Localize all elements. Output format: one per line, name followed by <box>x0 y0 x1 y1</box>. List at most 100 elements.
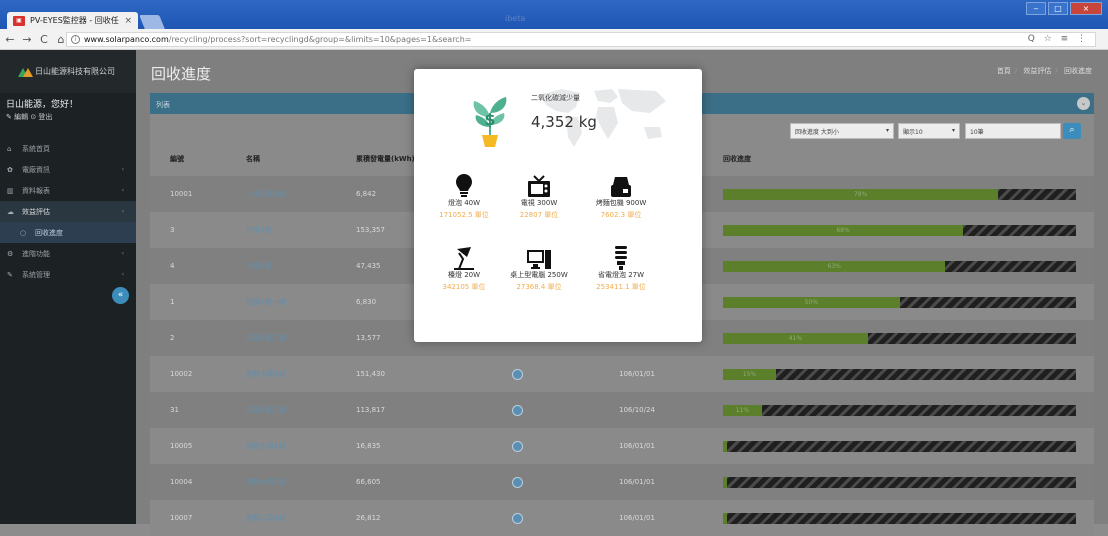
equivalent-label: 檯燈 20W <box>447 271 481 279</box>
row-id: 10007 <box>170 514 193 522</box>
table-row[interactable]: 10004 雲林太陽2號 66,605 106/01/01 <box>150 464 1094 500</box>
sidebar-item-recycling[interactable]: ○ 回收進度 <box>0 222 136 243</box>
sidebar-item-reports[interactable]: ▥ 資料報表 ‹ <box>0 180 136 201</box>
breadcrumb-benefit[interactable]: 效益評估 <box>1023 67 1051 75</box>
limit-select[interactable]: 顯示10 ▾ <box>898 123 960 139</box>
row-name-link[interactable]: 雲林太陽1號 <box>246 356 285 392</box>
equivalent-value: 22807 單位 <box>519 211 559 219</box>
chart-icon: ▥ <box>7 186 14 195</box>
row-name-link[interactable]: 台南1號 <box>246 248 271 284</box>
sidebar-item-plant-info[interactable]: ✿ 電廠資訊 ‹ <box>0 159 136 180</box>
close-window-button[interactable]: × <box>1070 2 1102 15</box>
row-date: 106/01/01 <box>619 442 655 450</box>
reload-icon[interactable]: C <box>37 33 51 46</box>
globe-icon[interactable] <box>512 441 523 452</box>
globe-icon[interactable] <box>512 369 523 380</box>
cfl-bulb-icon <box>615 246 627 270</box>
forward-icon[interactable]: → <box>20 33 34 46</box>
url-path: /recycling/process?sort=recyclingd&group… <box>168 35 472 44</box>
equivalent-label: 燈泡 40W <box>447 199 481 207</box>
equivalent-value: 342105 單位 <box>442 283 486 291</box>
row-name-link[interactable]: 日山桃園1號 <box>246 176 285 212</box>
progress-bar: 50% <box>723 297 1076 308</box>
row-name-link[interactable]: 雲林太陽2號 <box>246 464 285 500</box>
brand[interactable]: 日山能源科技有限公司 <box>0 50 136 93</box>
tab-close-icon[interactable]: × <box>124 16 132 26</box>
progress-bar: 63% <box>723 261 1076 272</box>
new-tab-button[interactable] <box>139 15 165 29</box>
table-row[interactable]: 10002 雲林太陽1號 151,430 106/01/01 15% <box>150 356 1094 392</box>
breadcrumb: 首頁 / 效益評估 / 回收進度 <box>996 67 1092 75</box>
equivalent-bulb: 燈泡 40W 171052.5 單位 <box>424 165 504 220</box>
row-name-link[interactable]: 台中1號 <box>246 212 271 248</box>
table-row[interactable]: 10007 雲林二區1號 26,812 106/01/01 <box>150 500 1094 536</box>
page-title: 回收進度 <box>151 65 212 83</box>
equivalent-label: 電視 300W <box>520 199 558 207</box>
desk-lamp-icon <box>454 247 474 270</box>
chevron-down-icon: ‹ <box>121 208 124 215</box>
equivalent-value: 253411.1 單位 <box>596 283 646 291</box>
user-links[interactable]: ✎ 編輯 ⊙ 登出 <box>6 112 130 122</box>
table-row[interactable]: 10005 彰化大城1號 16,835 106/01/01 <box>150 428 1094 464</box>
bulb-icon <box>456 174 472 197</box>
sidebar-item-advanced[interactable]: ⚙ 進階功能 ‹ <box>0 243 136 264</box>
sidebar-item-home[interactable]: ⌂ 系統首頁 <box>0 138 136 159</box>
window-caption: ibeta <box>505 14 526 23</box>
panel-collapse-icon[interactable]: ⌄ <box>1077 97 1090 110</box>
browser-toolbar: ← → C ⌂ i www.solarpanco.com /recycling/… <box>0 29 1108 50</box>
globe-icon[interactable] <box>512 477 523 488</box>
sort-select[interactable]: 回收進度 大到小 ▾ <box>790 123 894 139</box>
column-header-name[interactable]: 名稱 <box>246 154 260 175</box>
search-button[interactable]: ⌕ <box>1063 123 1081 139</box>
search-input-value: 10筆 <box>970 129 984 136</box>
column-header-kwh[interactable]: 累積發電量(kWh) <box>356 154 415 175</box>
cloud-icon: ☁ <box>7 207 14 216</box>
row-kwh: 26,812 <box>356 514 381 522</box>
maximize-button[interactable]: □ <box>1048 2 1068 15</box>
sidebar-item-benefit[interactable]: ☁ 效益評估 ‹ <box>0 201 136 222</box>
progress-bar: 41% <box>723 333 1076 344</box>
panel-title: 列表 <box>156 101 170 109</box>
search-input[interactable]: 10筆 <box>965 123 1061 139</box>
equivalent-desktop: 桌上型電腦 250W 27368.4 單位 <box>499 237 579 292</box>
info-icon[interactable]: i <box>71 35 80 44</box>
row-kwh: 13,577 <box>356 334 381 342</box>
equivalent-tv: 電視 300W 22807 單位 <box>499 165 579 220</box>
company-name: 日山能源科技有限公司 <box>35 67 115 76</box>
dropdown-arrow-icon: ▾ <box>951 127 955 134</box>
globe-icon[interactable] <box>512 513 523 524</box>
chevron-left-icon: ‹ <box>121 166 124 173</box>
globe-icon[interactable] <box>512 405 523 416</box>
row-name-link[interactable]: 桃園1號二期 <box>246 320 285 356</box>
circle-icon: ○ <box>20 228 27 237</box>
progress-bar: 15% <box>723 369 1076 380</box>
table-row[interactable]: 31 桃園1號三期 113,817 106/10/24 11% <box>150 392 1094 428</box>
row-name-link[interactable]: 彰化大城1號 <box>246 428 285 464</box>
row-kwh: 16,835 <box>356 442 381 450</box>
sidebar-item-label: 系統首頁 <box>22 144 50 153</box>
desktop-icon <box>527 250 551 269</box>
window-controls: ‒ □ × <box>1026 2 1102 15</box>
chevron-left-icon: ‹ <box>121 271 124 278</box>
column-header-progress[interactable]: 回收進度 <box>723 154 751 175</box>
row-name-link[interactable]: 桃園1號三期 <box>246 392 285 428</box>
minimize-button[interactable]: ‒ <box>1026 2 1046 15</box>
browser-tab[interactable]: ▣ PV-EYES監控器 - 回收任 × <box>7 12 138 29</box>
sidebar-nav: ⌂ 系統首頁 ✿ 電廠資訊 ‹ ▥ 資料報表 ‹ ☁ 效益評估 ‹ ○ 回收進度… <box>0 138 136 285</box>
address-bar[interactable]: i www.solarpanco.com /recycling/process?… <box>66 32 1096 47</box>
row-id: 2 <box>170 334 175 342</box>
equivalent-value: 171052.5 單位 <box>439 211 489 219</box>
equivalent-desk-lamp: 檯燈 20W 342105 單位 <box>424 237 504 292</box>
back-icon[interactable]: ← <box>3 33 17 46</box>
breadcrumb-home[interactable]: 首頁 <box>997 67 1011 75</box>
row-name-link[interactable]: 雲林二區1號 <box>246 500 285 536</box>
column-header-id[interactable]: 編號 <box>170 154 184 175</box>
omnibox-icons[interactable]: Q ☆ ≡ ⋮ <box>1028 34 1089 44</box>
tab-title: PV-EYES監控器 - 回收任 <box>30 16 119 25</box>
row-date: 106/10/24 <box>619 406 655 414</box>
progress-bar-fill: 41% <box>723 333 868 344</box>
progress-bar-fill: 15% <box>723 369 776 380</box>
sidebar-item-system[interactable]: ✎ 系統管理 ‹ <box>0 264 136 285</box>
row-name-link[interactable]: 桃園1號一期 <box>246 284 285 320</box>
sidebar-collapse-button[interactable]: « <box>112 287 129 304</box>
